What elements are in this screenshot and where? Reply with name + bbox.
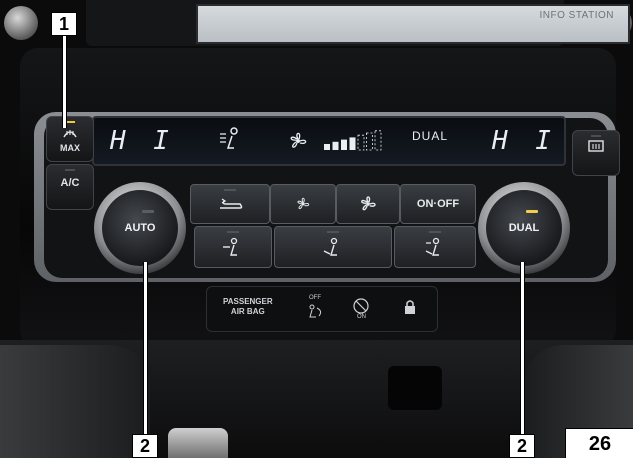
dual-label: DUAL [508, 222, 540, 234]
floor-vent-led [327, 231, 339, 233]
fan-up-icon [361, 196, 376, 211]
lock-icon [405, 300, 415, 314]
ac-led [65, 169, 75, 171]
gear-shifter [168, 428, 228, 458]
airbag-on-indicator: ON [349, 297, 373, 321]
auto-temp-knob[interactable]: AUTO [94, 182, 186, 274]
callout-2-right-leader [520, 262, 525, 436]
airbag-off-icon [309, 304, 322, 318]
rear-defrost-button[interactable] [572, 130, 620, 176]
airflow-person-icon [220, 127, 238, 149]
callout-2-right: 2 [509, 434, 535, 458]
fan-up-button[interactable] [336, 184, 400, 224]
on-off-label: ON·OFF [416, 198, 460, 210]
fan-speed-bar [366, 132, 373, 151]
fan-down-icon [297, 197, 310, 210]
vent-knob-left [4, 6, 38, 40]
hvac-photo: INFO STATION H I DUAL H I MAX A/C ON·OFF… [0, 0, 633, 458]
fan-speed-bar [374, 130, 382, 151]
screen-text: INFO STATION [539, 10, 614, 21]
rear-defrost-icon [588, 140, 604, 152]
ac-label: A/C [60, 177, 80, 189]
callout-1-leader [62, 34, 67, 128]
fan-speed-bar [324, 144, 330, 150]
cupholder [388, 366, 442, 410]
dual-indicator: DUAL [412, 129, 449, 143]
passenger-airbag-panel: PASSENGER AIR BAG OFF ON [206, 286, 438, 332]
airbag-label-line1: PASSENGER [223, 297, 273, 306]
defrost-floor-led [429, 231, 441, 233]
callout-2-left-leader [143, 262, 148, 436]
ac-button[interactable]: A/C [46, 164, 94, 210]
floor-vent-icon [323, 237, 338, 256]
airbag-on-label: ON [357, 314, 366, 320]
airbag-label: PASSENGER AIR BAG [223, 297, 273, 317]
airbag-off-indicator: OFF [303, 295, 327, 321]
face-vent-led [227, 231, 239, 233]
recirculation-button[interactable] [190, 184, 270, 224]
auto-led [142, 210, 154, 213]
face-vent-button[interactable] [194, 226, 272, 268]
dual-led [526, 210, 538, 213]
floor-vent-button[interactable] [274, 226, 392, 268]
dual-temp-knob[interactable]: DUAL [478, 182, 570, 274]
recirculation-led [224, 189, 236, 191]
auto-label: AUTO [124, 222, 156, 234]
temp-left-display: H I [110, 126, 175, 156]
fan-speed-bar [341, 139, 347, 150]
callout-1: 1 [51, 12, 77, 36]
max-label: MAX [60, 143, 80, 153]
page-number: 26 [565, 428, 633, 458]
fan-speed-bar [357, 134, 365, 151]
recirculation-icon [220, 198, 243, 209]
temp-right-display: H I [492, 126, 557, 156]
climate-display: H I DUAL H I [92, 116, 566, 166]
fan-speed-bars [324, 130, 382, 151]
rear-defrost-led [591, 135, 601, 137]
fan-down-button[interactable] [270, 184, 336, 224]
fan-speed-bar [349, 137, 356, 150]
auto-knob-face[interactable]: AUTO [102, 190, 178, 266]
face-vent-icon [223, 237, 238, 256]
left-seat [0, 345, 150, 458]
callout-2-left: 2 [132, 434, 158, 458]
info-screen: INFO STATION [196, 4, 630, 44]
screen-bezel: INFO STATION [86, 0, 630, 46]
defrost-floor-icon [425, 237, 440, 256]
fan-speed-bar [332, 141, 339, 150]
defrost-floor-button[interactable] [394, 226, 476, 268]
fan-icon [290, 132, 307, 148]
max-defrost-button[interactable]: MAX [46, 116, 94, 162]
dual-knob-face[interactable]: DUAL [486, 190, 562, 266]
airbag-label-line2: AIR BAG [230, 307, 265, 316]
on-off-button[interactable]: ON·OFF [400, 184, 476, 224]
